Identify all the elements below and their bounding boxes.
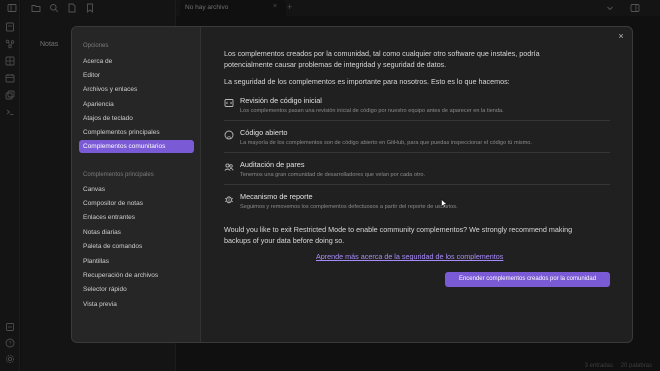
- feature-title-report-mechanism: Mecanismo de reporte: [240, 192, 313, 201]
- nav-item-hotkeys[interactable]: Atajos de teclado: [79, 112, 194, 125]
- nav-item-file-recovery[interactable]: Recuperación de archivos: [79, 269, 194, 282]
- nav-item-quick-switcher[interactable]: Selector rápido: [79, 283, 194, 296]
- users-icon: [224, 162, 234, 172]
- security-intro-text: La seguridad de los complementos es impo…: [224, 77, 510, 86]
- nav-item-note-composer[interactable]: Compositor de notas: [79, 197, 194, 210]
- code-review-icon: [224, 98, 234, 108]
- feature-title-peer-review: Auditación de pares: [240, 160, 305, 169]
- nav-item-editor[interactable]: Editor: [79, 69, 194, 82]
- restricted-mode-text-line-2: backups of your data before doing so.: [224, 236, 345, 245]
- divider: [224, 184, 610, 185]
- feature-desc-code-review: Los complementos pasan una revisión inic…: [240, 108, 504, 114]
- bug-icon: [224, 194, 234, 204]
- nav-item-page-preview[interactable]: Vista previa: [79, 298, 194, 311]
- turn-on-community-plugins-button[interactable]: Encender complementos creados por la com…: [445, 272, 610, 287]
- nav-item-command-palette[interactable]: Paleta de comandos: [79, 240, 194, 253]
- nav-item-backlinks[interactable]: Enlaces entrantes: [79, 211, 194, 224]
- community-plugins-pane: Los complementos creados por la comunida…: [224, 27, 610, 342]
- restricted-mode-text-line-1: Would you like to exit Restricted Mode t…: [224, 225, 573, 234]
- nav-item-community-plugins[interactable]: Complementos comunitarios: [79, 140, 194, 153]
- nav-item-templates[interactable]: Plantillas: [79, 255, 194, 268]
- nav-item-about[interactable]: Acerca de: [79, 55, 194, 68]
- divider: [224, 120, 610, 121]
- github-icon: [224, 130, 234, 140]
- settings-nav: Opciones Acerca de Editor Archivos y enl…: [72, 27, 201, 342]
- close-icon[interactable]: ×: [615, 30, 627, 42]
- feature-title-open-source: Código abierto: [240, 128, 288, 137]
- learn-more-link[interactable]: Aprende más acerca de la seguridad de lo…: [316, 252, 503, 261]
- feature-desc-peer-review: Tenemos una gran comunidad de desarrolla…: [240, 172, 426, 178]
- mouse-cursor-icon: [441, 199, 448, 208]
- nav-item-daily-notes[interactable]: Notas diarias: [79, 226, 194, 239]
- intro-text-line-1: Los complementos creados por la comunida…: [224, 49, 540, 58]
- nav-item-files-links[interactable]: Archivos y enlaces: [79, 83, 194, 96]
- app-window: ? Notas No hay archivo × + 3 entradas 20…: [0, 0, 660, 371]
- nav-heading-core-plugins: Complementos principales: [83, 172, 154, 178]
- settings-modal: Opciones Acerca de Editor Archivos y enl…: [71, 26, 633, 343]
- feature-title-code-review: Revisión de código inicial: [240, 96, 322, 105]
- nav-item-canvas[interactable]: Canvas: [79, 183, 194, 196]
- nav-item-appearance[interactable]: Apariencia: [79, 98, 194, 111]
- feature-desc-report-mechanism: Seguimos y removemos los complementos de…: [240, 204, 458, 210]
- feature-desc-open-source: La mayoría de los complementos son de có…: [240, 140, 532, 146]
- nav-heading-options: Opciones: [83, 43, 109, 49]
- intro-text-line-2: potencialmente causar problemas de integ…: [224, 60, 447, 69]
- divider: [224, 152, 610, 153]
- nav-item-core-plugins[interactable]: Complementos principales: [79, 126, 194, 139]
